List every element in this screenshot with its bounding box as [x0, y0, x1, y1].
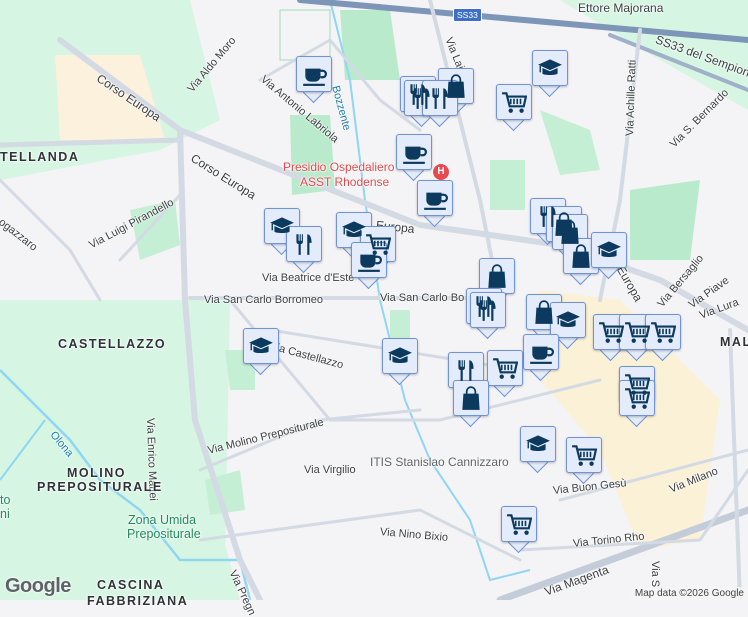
marker-box	[563, 238, 599, 274]
cafe-icon	[530, 346, 554, 364]
poi-label-park: to	[0, 493, 11, 507]
marker-box	[523, 334, 559, 370]
marker-box	[566, 437, 602, 473]
poi-label-zona-umida[interactable]: Prepositurale	[127, 527, 201, 541]
cart-marker[interactable]	[496, 84, 532, 132]
marker-box	[496, 84, 532, 120]
cart-marker[interactable]	[566, 437, 602, 485]
hospital-icon[interactable]: H	[432, 163, 450, 181]
road-label-via-beatrice-deste: Via Beatrice d'Este	[262, 272, 355, 284]
education-marker[interactable]	[520, 426, 556, 474]
education-icon	[342, 221, 366, 238]
shop-icon	[561, 220, 579, 244]
cafe-marker[interactable]	[523, 334, 559, 382]
marker-box	[422, 80, 458, 116]
marker-box	[396, 134, 432, 170]
poi-label-hospital[interactable]: ASST Rhodense	[300, 175, 389, 189]
road-label-ettore-majorana: Ettore Majorana	[578, 1, 664, 15]
education-icon	[526, 435, 550, 452]
google-logo[interactable]: Google	[5, 575, 71, 598]
marker-box	[453, 380, 489, 416]
marker-box	[479, 258, 515, 294]
area-label-castellanda: TELLANDA	[0, 150, 80, 164]
area-label-molino: MOLINO	[67, 466, 126, 480]
cafe-icon	[358, 254, 382, 272]
cart-icon	[625, 388, 650, 409]
shop-icon	[535, 300, 553, 324]
cart-icon	[572, 445, 597, 466]
marker-box	[520, 426, 556, 462]
poi-label-itis[interactable]: ITIS Stanislao Cannizzaro	[370, 455, 509, 469]
ss33-shield: SS33	[453, 8, 482, 22]
cart-icon	[599, 322, 624, 343]
marker-box	[470, 292, 506, 328]
marker-box	[448, 352, 484, 388]
poi-label-zona-umida[interactable]: Zona Umida	[128, 513, 196, 527]
map-attribution[interactable]: Map data ©2026 Google	[630, 587, 748, 600]
education-icon	[556, 311, 580, 328]
education-icon	[249, 337, 273, 354]
area-label-prepositurale: PREPOSITURALE	[37, 480, 163, 494]
marker-box	[417, 180, 453, 216]
restaurant-marker[interactable]	[286, 226, 322, 274]
shop-icon	[462, 386, 480, 410]
education-marker[interactable]	[591, 232, 627, 280]
cafe-marker[interactable]	[396, 134, 432, 182]
marker-box	[243, 328, 279, 364]
restaurant-icon	[480, 300, 496, 321]
marker-box	[645, 314, 681, 350]
cafe-icon	[303, 68, 327, 86]
cart-icon	[507, 514, 532, 535]
marker-box	[619, 380, 655, 416]
education-marker[interactable]	[243, 328, 279, 376]
area-label-mal: MAL	[720, 335, 748, 349]
shop-icon	[572, 244, 590, 268]
cart-icon	[493, 358, 518, 379]
area-label-castellazzo: CASTELLAZZO	[58, 337, 167, 351]
restaurant-marker[interactable]	[470, 292, 506, 340]
education-marker[interactable]	[382, 338, 418, 386]
cart-icon	[651, 322, 676, 343]
poi-label-park: ni	[0, 507, 10, 521]
area-label-fabbriziana: FABBRIZIANA	[87, 594, 189, 608]
shop-marker[interactable]	[453, 380, 489, 428]
cart-icon	[625, 322, 650, 343]
marker-box	[286, 226, 322, 262]
cafe-icon	[424, 192, 448, 210]
education-marker[interactable]	[532, 50, 568, 98]
restaurant-marker[interactable]	[422, 80, 458, 128]
road-label-via-san-carlo-borromeo: Via San Carlo Borromeo	[204, 294, 324, 306]
road-label-via-s: Via S	[649, 561, 661, 588]
marker-box	[487, 350, 523, 386]
cart-icon	[502, 92, 527, 113]
marker-box	[501, 506, 537, 542]
restaurant-icon	[296, 234, 312, 255]
education-icon	[538, 59, 562, 76]
road-label-via-virgilio: Via Virgilio	[304, 464, 356, 476]
poi-label-hospital[interactable]: Presidio Ospedaliero	[283, 160, 394, 174]
cart-marker[interactable]	[487, 350, 523, 398]
restaurant-icon	[458, 360, 474, 381]
marker-box	[296, 56, 332, 92]
area-label-cascina: CASCINA	[97, 578, 165, 592]
marker-box	[550, 302, 586, 338]
marker-box	[382, 338, 418, 374]
road-label-via-san-carlo-bo: Via San Carlo Bo	[380, 292, 465, 304]
cart-marker[interactable]	[619, 380, 655, 428]
marker-box	[591, 232, 627, 268]
cafe-icon	[403, 146, 427, 164]
cart-marker[interactable]	[501, 506, 537, 554]
education-icon	[388, 347, 412, 364]
cafe-marker[interactable]	[417, 180, 453, 228]
marker-box	[532, 50, 568, 86]
marker-box	[351, 242, 387, 278]
shop-icon	[488, 264, 506, 288]
restaurant-icon	[432, 88, 448, 109]
cart-marker[interactable]	[645, 314, 681, 362]
education-icon	[597, 241, 621, 258]
cafe-marker[interactable]	[351, 242, 387, 290]
cafe-marker[interactable]	[296, 56, 332, 104]
